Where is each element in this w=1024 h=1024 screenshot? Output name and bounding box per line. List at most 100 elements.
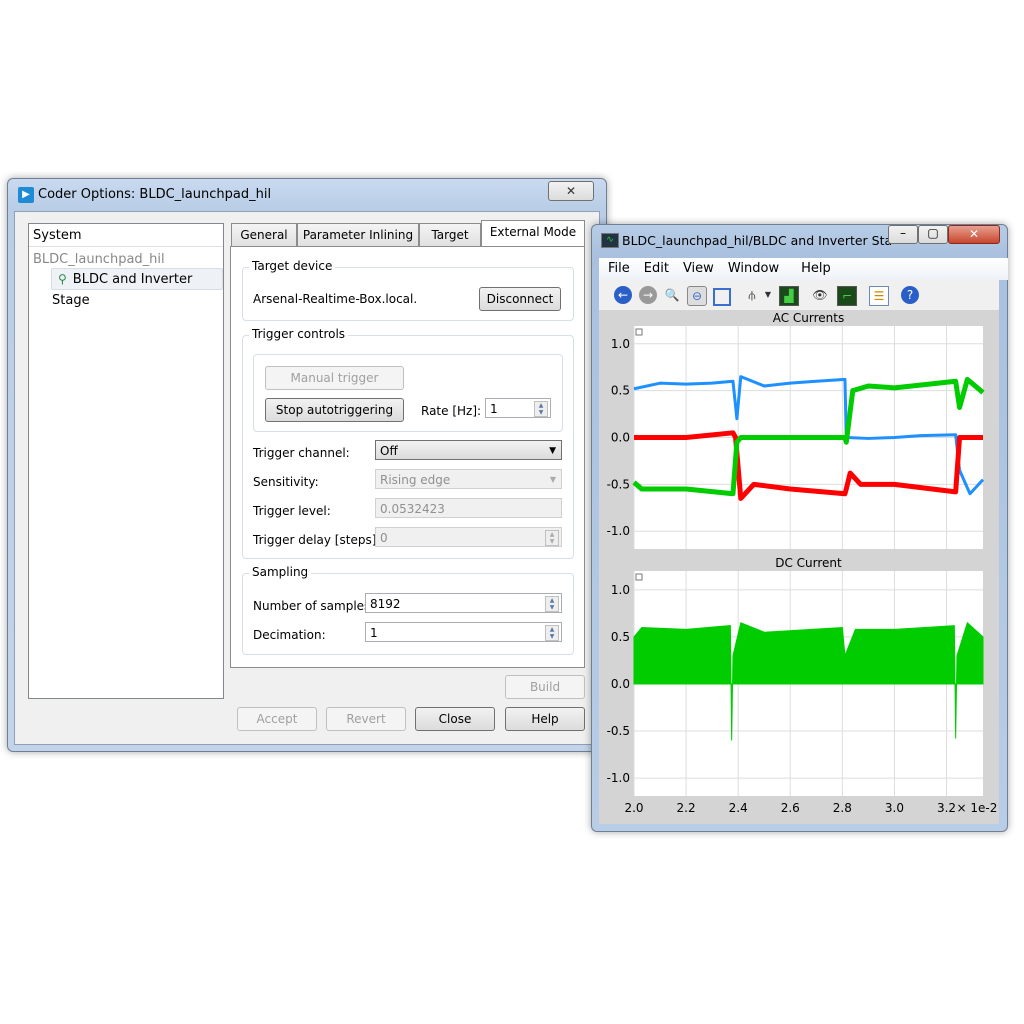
tree-header: System	[29, 224, 223, 247]
external-mode-panel: Target device Arsenal-Realtime-Box.local…	[230, 246, 585, 668]
y-tick-label: -1.0	[607, 771, 630, 785]
y-tick-label: -0.5	[607, 724, 630, 738]
chart-title: DC Current	[775, 556, 842, 570]
group-title: Target device	[249, 259, 336, 273]
x-tick-label: 2.2	[677, 801, 696, 815]
y-tick-label: 1.0	[611, 337, 630, 351]
tree-item-bldc-inverter[interactable]: ⚲ BLDC and Inverter Stage	[51, 268, 223, 308]
x-tick-label: 3.2	[937, 801, 956, 815]
signal-add-icon[interactable]: ⌐	[837, 286, 857, 306]
menu-bar: File Edit View Window Help	[599, 258, 1008, 280]
back-icon[interactable]: ←	[614, 286, 632, 304]
menu-edit[interactable]: Edit	[644, 261, 669, 276]
menu-file[interactable]: File	[608, 261, 630, 276]
forward-icon[interactable]: →	[639, 286, 657, 304]
sensitivity-select[interactable]: Rising edge ▼	[375, 469, 562, 489]
group-title: Trigger controls	[249, 327, 349, 341]
zoom-icon[interactable]: 🔍	[663, 286, 681, 304]
trigger-level-input[interactable]: 0.0532423	[375, 498, 562, 518]
y-tick-label: -0.5	[607, 477, 630, 491]
scope-title: BLDC_launchpad_hil/BLDC and Inverter Sta…	[622, 233, 892, 248]
sensitivity-label: Sensitivity:	[253, 475, 319, 489]
menu-window[interactable]: Window	[728, 261, 779, 276]
trigger-channel-value: Off	[380, 444, 398, 458]
close-window-button[interactable]: ✕	[948, 225, 1000, 244]
target-device-group: Target device Arsenal-Realtime-Box.local…	[242, 259, 574, 321]
dropdown-arrow-icon: ▼	[549, 446, 556, 456]
trigger-channel-select[interactable]: Off ▼	[375, 440, 562, 460]
decimation-input[interactable]: 1 ▲ ▼	[365, 622, 562, 642]
tree-item-label: BLDC and Inverter Stage	[52, 272, 193, 308]
group-title: Sampling	[249, 565, 312, 579]
spectrum-icon[interactable]: ▟	[779, 286, 799, 306]
delay-spinner[interactable]: ▲ ▼	[545, 530, 559, 546]
samples-label: Number of samples:	[253, 599, 375, 613]
coder-options-dialog: ▶ Coder Options: BLDC_launchpad_hil ✕ Sy…	[7, 178, 607, 752]
sampling-group: Sampling Number of samples: 8192 ▲ ▼ Decim…	[242, 565, 574, 655]
close-window-button[interactable]: ✕	[548, 181, 594, 201]
x-multiplier-label: × 1e-2	[957, 801, 998, 815]
menu-help[interactable]: Help	[801, 261, 831, 276]
zoom-fit-icon[interactable]	[713, 288, 731, 306]
build-button[interactable]: Build	[505, 675, 585, 699]
tab-parameter-inlining[interactable]: Parameter Inlining	[297, 223, 419, 246]
decimation-spinner[interactable]: ▲ ▼	[545, 625, 559, 641]
tab-general[interactable]: General	[231, 223, 297, 246]
revert-button[interactable]: Revert	[326, 707, 406, 731]
trigger-channel-label: Trigger channel:	[253, 446, 350, 460]
rate-spinner[interactable]: ▲ ▼	[534, 401, 548, 417]
trigger-level-label: Trigger level:	[253, 504, 331, 518]
rate-input[interactable]: 1 ▲ ▼	[485, 398, 551, 418]
tab-external-mode[interactable]: External Mode	[481, 220, 585, 247]
scope-window: ∿ BLDC_launchpad_hil/BLDC and Inverter S…	[591, 224, 1008, 832]
y-tick-label: 0.0	[611, 677, 630, 691]
tree-root[interactable]: BLDC_launchpad_hil	[33, 252, 165, 267]
y-tick-label: 0.5	[611, 630, 630, 644]
dialog-body: System BLDC_launchpad_hil ⚲ BLDC and Inve…	[14, 211, 600, 745]
dialog-title: Coder Options: BLDC_launchpad_hil	[38, 187, 272, 202]
help-icon[interactable]: ?	[901, 286, 919, 304]
system-tree[interactable]: System BLDC_launchpad_hil ⚲ BLDC and Inve…	[28, 223, 224, 699]
samples-spinner[interactable]: ▲ ▼	[545, 596, 559, 612]
rate-value: 1	[490, 402, 498, 416]
close-button[interactable]: Close	[415, 707, 495, 731]
chart-title: AC Currents	[773, 311, 845, 325]
rate-label: Rate [Hz]:	[421, 404, 482, 418]
x-tick-label: 2.6	[781, 801, 800, 815]
trigger-controls-group: Trigger controls Manual trigger Stop aut…	[242, 327, 574, 559]
stop-autotriggering-button[interactable]: Stop autotriggering	[265, 398, 404, 422]
plots-svg[interactable]: AC Currents 1.0 0.5 0.0 -0.5 -1.0 DC Current 1.…	[599, 310, 999, 824]
y-tick-label: 1.0	[611, 583, 630, 597]
toolbar: ← → 🔍 ⊖ ⫛ ▼ ▟ 👁 ⌐ ☰ ?	[599, 280, 999, 310]
minimize-button[interactable]: –	[888, 225, 918, 244]
accept-button[interactable]: Accept	[237, 707, 317, 731]
maximize-button[interactable]: ▢	[918, 225, 948, 244]
menu-view[interactable]: View	[683, 261, 714, 276]
dropdown-arrow-icon[interactable]: ▼	[759, 286, 777, 304]
target-host: Arsenal-Realtime-Box.local.	[253, 292, 418, 306]
sensitivity-value: Rising edge	[380, 473, 451, 487]
zoom-x-icon[interactable]: ⊖	[687, 286, 707, 306]
x-tick-label: 3.0	[885, 801, 904, 815]
help-button[interactable]: Help	[505, 707, 585, 731]
watch-add-icon[interactable]: 👁	[811, 286, 829, 304]
trigger-delay-input[interactable]: 0 ▲ ▼	[375, 527, 562, 547]
decimation-label: Decimation:	[253, 628, 326, 642]
scope-icon: ∿	[601, 233, 619, 248]
tab-bar: General Parameter Inlining Target Extern…	[231, 220, 591, 247]
x-tick-label: 2.0	[624, 801, 643, 815]
trigger-delay-value: 0	[380, 531, 388, 545]
disconnect-button[interactable]: Disconnect	[479, 287, 561, 311]
dropdown-arrow-icon: ▼	[549, 475, 556, 484]
y-tick-label: 0.0	[611, 431, 630, 445]
tab-target[interactable]: Target	[419, 223, 481, 246]
subsystem-icon: ⚲	[58, 272, 67, 286]
x-tick-label: 2.4	[729, 801, 748, 815]
trigger-delay-label: Trigger delay [steps]:	[253, 533, 381, 547]
samples-value: 8192	[370, 597, 401, 611]
x-tick-label: 2.8	[833, 801, 852, 815]
manual-trigger-button[interactable]: Manual trigger	[265, 366, 404, 390]
samples-input[interactable]: 8192 ▲ ▼	[365, 593, 562, 613]
app-icon: ▶	[18, 187, 34, 203]
properties-icon[interactable]: ☰	[869, 286, 889, 306]
